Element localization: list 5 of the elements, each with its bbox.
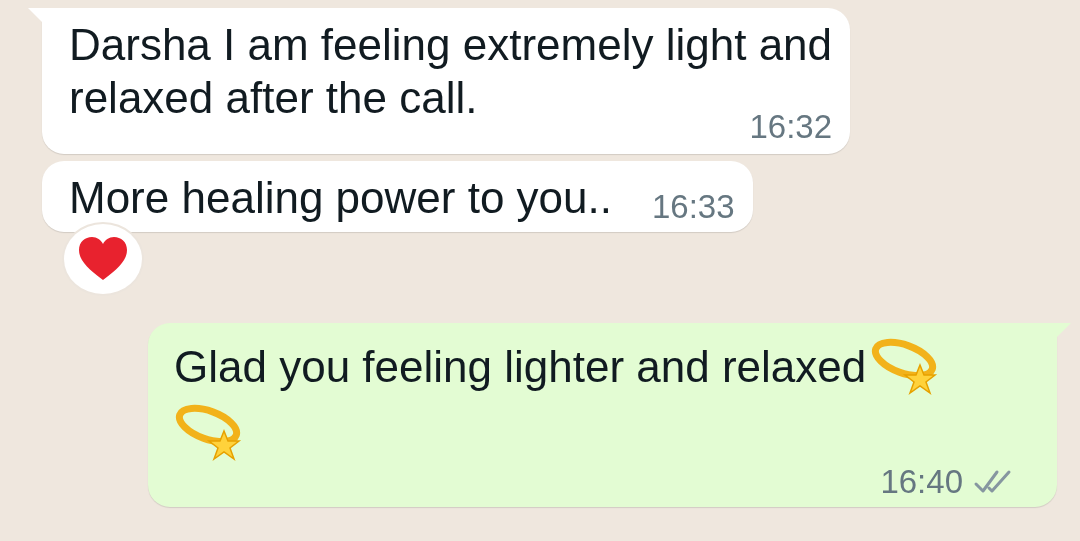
message-text: Glad you feeling lighter and relaxed <box>174 340 867 393</box>
message-time: 16:40 <box>880 463 963 501</box>
heart-icon <box>77 236 129 282</box>
message-time: 16:33 <box>652 188 735 226</box>
message-text: More healing power to you.. <box>69 172 612 224</box>
